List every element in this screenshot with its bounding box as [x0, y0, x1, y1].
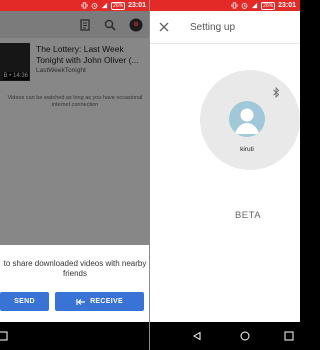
bluetooth-icon [273, 87, 280, 98]
navigation-bar [0, 322, 150, 350]
navigation-bar [150, 322, 300, 350]
alarm-icon [241, 3, 248, 9]
send-button[interactable]: SEND [0, 292, 49, 311]
alarm-icon [91, 3, 98, 9]
vibrate-icon [231, 2, 238, 9]
status-time: 23:01 [278, 2, 296, 9]
receive-label: RECEIVE [90, 298, 123, 305]
share-sheet: to share downloaded videos with nearby f… [0, 245, 150, 322]
battery-percentage: 26% [111, 1, 126, 10]
close-icon[interactable] [158, 21, 170, 33]
battery-percentage: 26% [261, 1, 276, 10]
receive-button[interactable]: RECEIVE [55, 292, 144, 311]
app-bar: Setting up [150, 11, 300, 44]
signal-icon [101, 2, 108, 9]
recents-icon[interactable] [284, 331, 294, 341]
avatar[interactable] [229, 101, 265, 137]
beta-label: BETA [234, 210, 262, 221]
status-bar: 26% 23:01 [0, 0, 150, 11]
share-message: to share downloaded videos with nearby f… [3, 259, 147, 278]
status-bar: 26% 23:01 [150, 0, 300, 11]
status-icons: 26% 23:01 [231, 1, 296, 10]
receive-arrow-icon [76, 298, 86, 305]
device-name: kiruti [240, 146, 254, 153]
status-icons: 26% 23:01 [81, 1, 146, 10]
back-icon[interactable] [192, 331, 202, 341]
left-screen: 26% 23:01 B • 14:36 The Lottery: Last We… [0, 0, 150, 350]
recents-icon[interactable] [0, 331, 8, 341]
page-title: Setting up [190, 22, 236, 33]
dim-overlay[interactable] [0, 11, 150, 245]
status-time: 23:01 [128, 2, 146, 9]
person-icon [235, 108, 259, 134]
signal-icon [251, 2, 258, 9]
right-screen: 26% 23:01 Setting up kiruti BETA [150, 0, 300, 350]
send-label: SEND [14, 298, 35, 305]
home-icon[interactable] [240, 331, 250, 341]
vibrate-icon [81, 2, 88, 9]
